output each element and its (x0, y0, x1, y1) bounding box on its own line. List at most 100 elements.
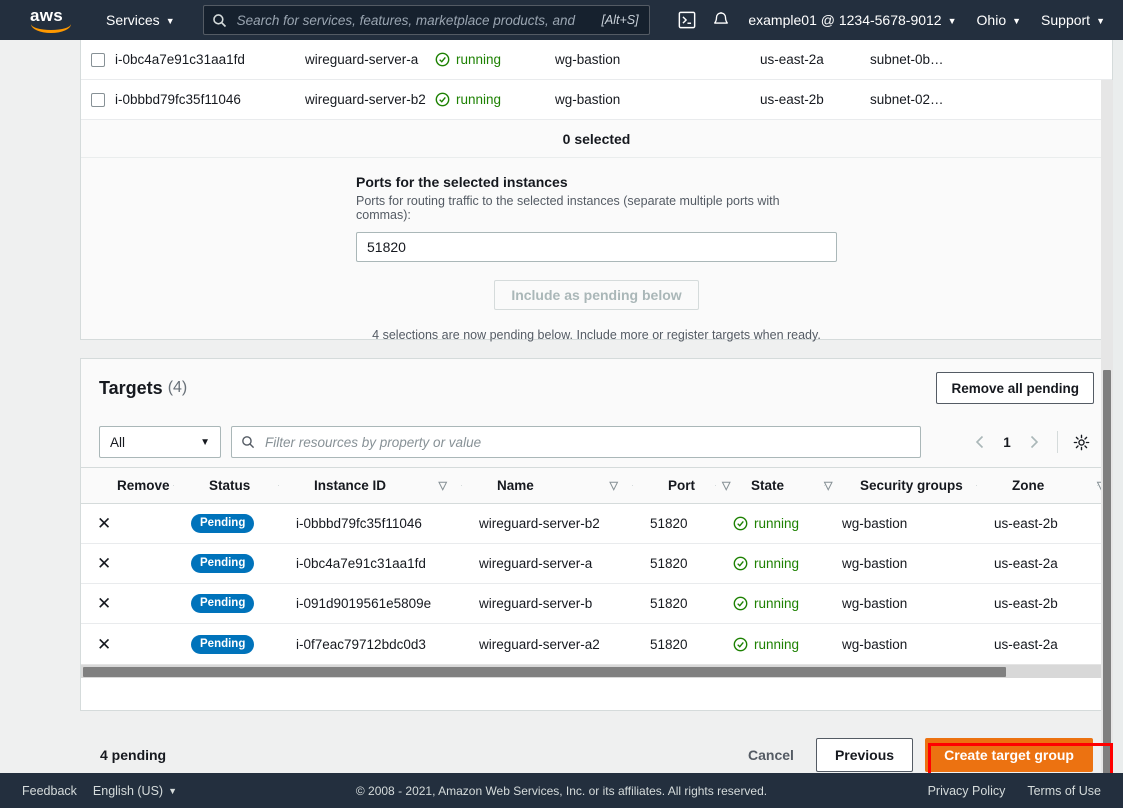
services-menu-button[interactable]: Services ▼ (96, 0, 185, 40)
column-header-port[interactable]: Port ▽ (632, 478, 730, 493)
table-row[interactable]: ✕ Pending i-0f7eac79712bdc0d3 wireguard-… (81, 624, 1112, 664)
instance-state-label: running (456, 92, 502, 107)
table-horizontal-scrollbar[interactable] (81, 664, 1112, 678)
language-selector-label: English (US) (92, 783, 164, 798)
cancel-button[interactable]: Cancel (738, 738, 804, 772)
include-as-pending-button[interactable]: Include as pending below (494, 280, 699, 310)
target-state-label: running (754, 556, 800, 571)
privacy-policy-link[interactable]: Privacy Policy (920, 773, 1014, 808)
pagination-next-button[interactable] (1021, 427, 1047, 457)
status-check-circle-icon (733, 596, 748, 611)
target-status-cell: Pending (173, 634, 278, 654)
instance-state-cell: running (435, 52, 555, 67)
table-horizontal-scrollbar-thumb[interactable] (83, 667, 1006, 677)
selected-count-label: 0 selected (81, 120, 1112, 158)
ports-section: Ports for the selected instances Ports f… (81, 158, 1112, 342)
column-header-status[interactable]: Status (173, 478, 278, 493)
status-check-circle-icon (733, 637, 748, 651)
top-navigation-right: example01 @ 1234-5678-9012 ▼ Ohio ▼ Supp… (670, 0, 1123, 40)
aws-logo-text: aws (30, 6, 64, 25)
page-vertical-scrollbar-thumb[interactable] (1103, 370, 1111, 773)
global-search-input[interactable] (234, 11, 594, 29)
instance-row[interactable]: i-0bc4a7e91c31aa1fd wireguard-server-a r… (81, 40, 1112, 80)
targets-filter-select[interactable]: All ▼ (99, 426, 221, 458)
ports-input[interactable] (356, 232, 837, 262)
cloudshell-icon (678, 11, 696, 29)
targets-panel: Targets (4) Remove all pending All ▼ Fil… (80, 358, 1113, 711)
support-menu-button[interactable]: Support ▼ (1031, 0, 1115, 40)
target-state-cell: running (715, 556, 824, 571)
column-header-port-label: Port (668, 478, 695, 493)
top-navigation-bar: aws Services ▼ [Alt+S] (0, 0, 1123, 40)
instance-id-cell: i-0bc4a7e91c31aa1fd (115, 52, 245, 67)
remove-x-icon[interactable]: ✕ (81, 635, 111, 654)
column-header-remove[interactable]: Remove (81, 478, 173, 493)
pagination-page-1[interactable]: 1 (997, 435, 1017, 450)
target-zone-cell: us-east-2b (994, 516, 1058, 531)
remove-x-icon[interactable]: ✕ (81, 554, 111, 573)
table-row[interactable]: ✕ Pending i-0bbbd79fc35f11046 wireguard-… (81, 504, 1112, 544)
language-selector[interactable]: English (US) ▼ (85, 773, 185, 808)
page-footer-bar: Feedback English (US) ▼ © 2008 - 2021, A… (0, 773, 1123, 808)
target-state-label: running (754, 516, 800, 531)
target-state-cell: running (715, 596, 824, 611)
support-menu-label: Support (1041, 12, 1091, 28)
target-name-cell: wireguard-server-b (479, 596, 593, 611)
wizard-footer: 4 pending Cancel Previous Create target … (80, 724, 1113, 773)
remove-x-icon[interactable]: ✕ (81, 594, 111, 613)
page-content: i-0bc4a7e91c31aa1fd wireguard-server-a r… (0, 40, 1113, 773)
target-status-cell: Pending (173, 514, 278, 533)
instance-zone-cell: us-east-2a (760, 52, 824, 67)
cloudshell-button[interactable] (670, 0, 704, 40)
terms-of-use-link[interactable]: Terms of Use (1019, 773, 1109, 808)
ports-heading: Ports for the selected instances (356, 174, 568, 190)
global-search-bar[interactable]: [Alt+S] (202, 5, 650, 35)
table-row[interactable]: ✕ Pending i-091d9019561e5809e wireguard-… (81, 584, 1112, 624)
create-target-group-button[interactable]: Create target group (925, 738, 1093, 772)
column-header-name-label: Name (497, 478, 534, 493)
column-header-security-groups[interactable]: Security groups (824, 478, 976, 493)
target-remove-cell: ✕ (81, 595, 173, 612)
remove-x-icon[interactable]: ✕ (81, 514, 111, 533)
region-menu-button[interactable]: Ohio ▼ (967, 0, 1032, 40)
targets-count: (4) (167, 379, 188, 396)
target-port-cell: 51820 (650, 596, 688, 611)
target-instance-id-cell: i-0f7eac79712bdc0d3 (296, 636, 426, 652)
chevron-left-icon (975, 435, 984, 449)
column-header-state[interactable]: State ▽ (715, 478, 832, 493)
target-zone-cell: us-east-2b (994, 596, 1058, 611)
table-row[interactable]: ✕ Pending i-0bc4a7e91c31aa1fd wireguard-… (81, 544, 1112, 584)
instance-security-groups-cell: wg-bastion (555, 92, 621, 107)
target-port-cell: 51820 (650, 636, 688, 652)
targets-toolbar: All ▼ 1 (81, 417, 1112, 467)
target-state-cell: running (715, 516, 824, 531)
table-settings-button[interactable] (1068, 427, 1094, 457)
remove-all-pending-button[interactable]: Remove all pending (936, 372, 1094, 404)
instance-security-groups-cell: wg-bastion (555, 52, 621, 67)
target-name-cell: wireguard-server-b2 (479, 516, 600, 531)
instance-row[interactable]: i-0bbbd79fc35f11046 wireguard-server-b2 … (81, 80, 1112, 120)
pagination-previous-button[interactable] (967, 427, 993, 457)
notifications-button[interactable] (704, 0, 738, 40)
column-header-state-label: State (751, 478, 785, 493)
instance-name-cell: wireguard-server-a (305, 52, 419, 67)
targets-filter-field[interactable] (231, 426, 921, 458)
column-header-zone[interactable]: Zone ▽ (976, 478, 1105, 493)
instance-row-checkbox[interactable] (91, 52, 105, 67)
sort-descending-icon: ▽ (438, 480, 447, 492)
services-menu-label: Services (106, 12, 160, 28)
page-vertical-scrollbar[interactable] (1101, 80, 1113, 773)
previous-button[interactable]: Previous (815, 738, 914, 772)
targets-filter-input[interactable] (263, 433, 911, 451)
target-security-groups-cell: wg-bastion (842, 596, 908, 611)
column-header-name[interactable]: Name ▽ (461, 478, 632, 493)
column-header-instance-id[interactable]: Instance ID ▽ (278, 478, 461, 493)
target-state-label: running (754, 636, 800, 652)
aws-logo[interactable]: aws (30, 7, 72, 33)
feedback-link[interactable]: Feedback (14, 773, 85, 808)
chevron-down-icon: ▼ (200, 436, 210, 448)
target-zone-cell: us-east-2a (994, 636, 1058, 652)
account-menu-button[interactable]: example01 @ 1234-5678-9012 ▼ (738, 0, 966, 40)
target-state-label: running (754, 596, 800, 611)
instance-row-checkbox[interactable] (91, 92, 105, 107)
